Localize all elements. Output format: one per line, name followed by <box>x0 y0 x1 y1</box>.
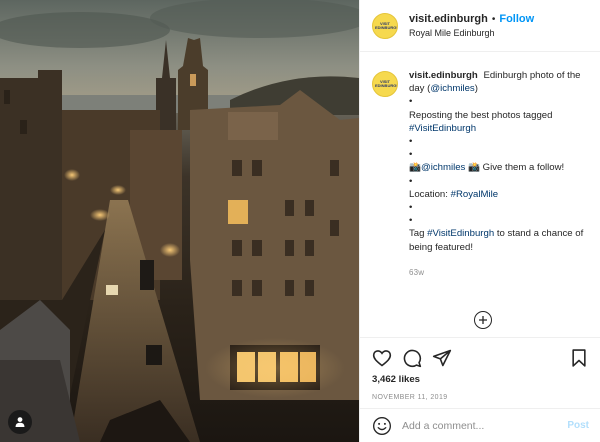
tag-prefix: Tag <box>409 228 428 240</box>
header-username-link[interactable]: visit.edinburgh <box>409 13 488 25</box>
action-icons-row <box>372 344 589 372</box>
give-follow-text: Give them a follow! <box>482 162 565 174</box>
post-header: VISIT EDINBURGH visit.edinburgh • Follow… <box>360 0 600 52</box>
caption-intro-end: ) <box>474 83 478 95</box>
bullet-line: • <box>409 136 413 148</box>
location-caption-line: Location: #RoyalMile <box>409 188 589 201</box>
header-user-row: visit.edinburgh • Follow <box>409 13 534 25</box>
post-side-panel: VISIT EDINBURGH visit.edinburgh • Follow… <box>359 0 600 442</box>
mention-link-1[interactable]: @ichmiles <box>430 83 474 94</box>
post-photo[interactable] <box>0 0 359 442</box>
reposting-text: Reposting the best photos tagged <box>409 109 553 121</box>
separator-dot: • <box>491 13 496 25</box>
person-tag-icon <box>15 417 25 427</box>
caption-text: visit.edinburgh Edinburgh photo of the d… <box>409 69 589 279</box>
tag-line: Tag #VisitEdinburgh to stand a chance of… <box>409 227 589 253</box>
caption-age[interactable]: 63w <box>409 266 589 279</box>
save-button[interactable] <box>569 348 589 368</box>
caption-comment: VISIT EDINBURGH visit.edinburgh Edinburg… <box>372 69 589 279</box>
post-comment-button[interactable]: Post <box>567 420 589 431</box>
location-label: Location: <box>409 188 451 200</box>
camera-emoji-icon: 📸 <box>468 162 480 174</box>
caption-username-link[interactable]: visit.edinburgh <box>409 70 478 81</box>
credit-line: 📸@ichmiles 📸 Give them a follow! <box>409 161 589 174</box>
camera-emoji-icon: 📸 <box>409 162 421 174</box>
load-more-comments-button[interactable] <box>474 311 492 329</box>
smiley-icon <box>373 416 391 435</box>
bullet-line: • <box>409 96 413 108</box>
post-date[interactable]: NOVEMBER 11, 2019 <box>372 394 589 401</box>
mention-link-2[interactable]: @ichmiles <box>421 162 465 173</box>
like-button[interactable] <box>372 348 392 368</box>
heart-icon <box>372 350 392 367</box>
caption-avatar[interactable]: VISIT EDINBURGH <box>372 71 398 97</box>
caption-line-1: visit.edinburgh Edinburgh photo of the d… <box>409 69 589 95</box>
plus-circle-icon <box>479 316 487 324</box>
hashtag-link-royalmile[interactable]: #RoyalMile <box>451 189 498 200</box>
avatar[interactable]: VISIT EDINBURGH <box>372 12 398 39</box>
comment-icon <box>403 349 422 368</box>
follow-button[interactable]: Follow <box>499 13 534 25</box>
hashtag-link-visitedinburgh[interactable]: #VisitEdinburgh <box>409 123 476 134</box>
comment-form: Post <box>360 408 600 442</box>
paper-plane-icon <box>432 349 452 367</box>
emoji-button[interactable] <box>372 416 392 436</box>
header-text: visit.edinburgh • Follow Royal Mile Edin… <box>409 13 534 38</box>
caption-area: VISIT EDINBURGH visit.edinburgh Edinburg… <box>360 53 600 337</box>
tag-button[interactable] <box>8 410 32 434</box>
bookmark-icon <box>572 349 586 367</box>
share-button[interactable] <box>432 348 452 368</box>
comment-button[interactable] <box>402 348 422 368</box>
hashtag-link-visitedinburgh-2[interactable]: #VisitEdinburgh <box>427 228 494 239</box>
bullet-line: • <box>409 175 413 187</box>
post-actions: 3,462 likes NOVEMBER 11, 2019 <box>360 337 600 401</box>
edinburgh-street-photo <box>0 0 359 442</box>
caption-hashtag-line-1: #VisitEdinburgh <box>409 122 589 135</box>
bullet-line: • <box>409 149 413 161</box>
location-link[interactable]: Royal Mile Edinburgh <box>409 28 534 38</box>
comment-input[interactable] <box>402 419 568 432</box>
likes-count[interactable]: 3,462 likes <box>372 374 589 385</box>
caption-avatar-logo-text: VISIT EDINBURGH <box>375 79 398 88</box>
bullet-line: • <box>409 215 413 227</box>
avatar-logo-text: VISIT EDINBURGH <box>375 20 398 30</box>
bullet-line: • <box>409 202 413 214</box>
